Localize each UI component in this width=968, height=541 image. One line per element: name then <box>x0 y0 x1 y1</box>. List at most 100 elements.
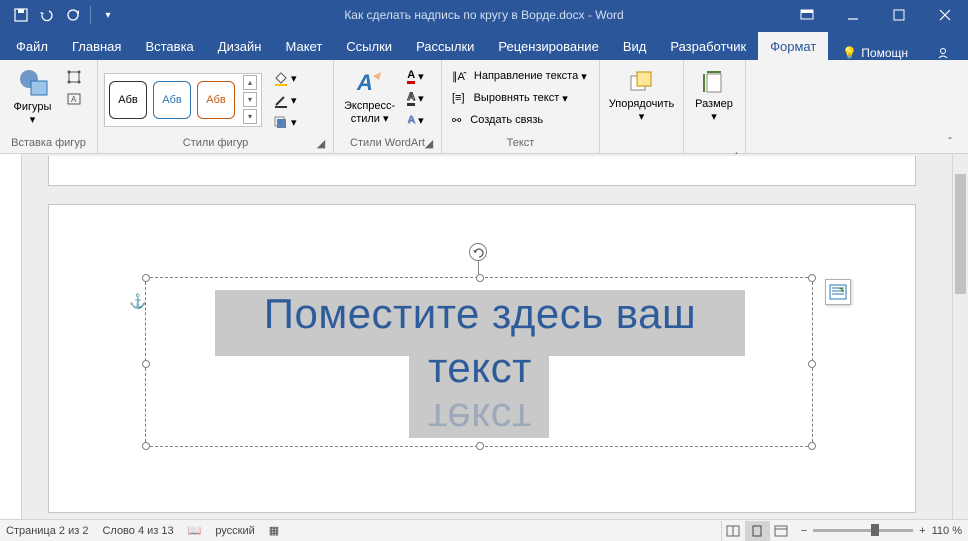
vertical-scrollbar[interactable] <box>952 154 968 519</box>
zoom-level[interactable]: 110 % <box>932 525 962 537</box>
size-icon <box>702 70 726 96</box>
align-text-button[interactable]: [≡] Выровнять текст ▾ <box>448 88 591 108</box>
page[interactable]: ⚓ Поместите здесь ваш <box>48 204 916 513</box>
wordart-styles-launcher[interactable]: ◢ <box>423 137 435 149</box>
shape-style-gallery[interactable]: Абв Абв Абв ▴ ▾ ▾ <box>104 73 262 127</box>
status-language[interactable]: русский <box>215 525 254 537</box>
view-buttons <box>721 521 793 541</box>
wordart-quick-styles-button[interactable]: A Экспресс- стили ▾ <box>340 64 399 130</box>
view-read-mode[interactable] <box>721 521 745 541</box>
link-icon: ⚯ <box>452 114 461 127</box>
redo-button[interactable] <box>60 2 86 28</box>
group-size: ◢ <box>690 147 739 151</box>
macro-icon[interactable]: ▦ <box>269 524 279 537</box>
arrange-icon <box>629 70 655 96</box>
share-button[interactable] <box>922 46 964 60</box>
layout-options-button[interactable] <box>825 279 851 305</box>
shapes-button[interactable]: Фигуры ▾ <box>6 64 59 130</box>
wordart-text-line2[interactable]: текст <box>215 345 745 391</box>
tab-review[interactable]: Рецензирование <box>486 32 610 60</box>
gallery-row-down[interactable]: ▾ <box>243 92 257 107</box>
minimize-button[interactable] <box>830 0 876 30</box>
shape-fill-button[interactable]: ▾ <box>270 69 301 89</box>
svg-text:A: A <box>71 95 77 104</box>
ribbon-display-options[interactable] <box>784 0 830 30</box>
group-arrange <box>606 147 677 151</box>
shape-outline-button[interactable]: ▾ <box>270 91 301 111</box>
zoom-in-button[interactable]: + <box>919 525 925 537</box>
handle-w[interactable] <box>142 360 150 368</box>
wordart-reflection: текст <box>215 395 745 435</box>
close-button[interactable] <box>922 0 968 30</box>
status-page[interactable]: Страница 2 из 2 <box>6 525 88 537</box>
size-button[interactable]: Размер▾ <box>690 64 738 130</box>
zoom-out-button[interactable]: − <box>801 525 807 537</box>
gallery-more[interactable]: ▾ <box>243 109 257 124</box>
tell-me-help[interactable]: 💡 Помощн <box>836 46 922 60</box>
ribbon-tabs: Файл Главная Вставка Дизайн Макет Ссылки… <box>0 30 968 60</box>
shape-style-2[interactable]: Абв <box>153 81 191 119</box>
create-link-button[interactable]: ⚯ Создать связь <box>448 110 591 130</box>
tab-developer[interactable]: Разработчик <box>658 32 758 60</box>
tab-design[interactable]: Дизайн <box>206 32 274 60</box>
collapse-ribbon-button[interactable]: ˆ <box>948 135 962 149</box>
scrollbar-thumb[interactable] <box>955 174 966 294</box>
maximize-button[interactable] <box>876 0 922 30</box>
textbox-button[interactable]: A <box>63 89 91 109</box>
tab-insert[interactable]: Вставка <box>133 32 205 60</box>
tab-home[interactable]: Главная <box>60 32 133 60</box>
tab-view[interactable]: Вид <box>611 32 659 60</box>
shape-style-1[interactable]: Абв <box>109 81 147 119</box>
vertical-ruler <box>0 154 22 519</box>
qat-customize[interactable]: ▾ <box>95 2 121 28</box>
zoom-slider[interactable] <box>813 529 913 532</box>
wordart-text-line1[interactable]: Поместите здесь ваш <box>215 291 745 337</box>
handle-n[interactable] <box>476 274 484 282</box>
title-bar: ▾ Как сделать надпись по кругу в Ворде.d… <box>0 0 968 30</box>
status-word-count[interactable]: Слово 4 из 13 <box>102 525 173 537</box>
previous-page-edge <box>48 156 916 186</box>
svg-text:A: A <box>356 70 373 95</box>
shape-effects-button[interactable]: ▾ <box>270 113 301 133</box>
lightbulb-icon: 💡 <box>842 46 857 60</box>
tab-file[interactable]: Файл <box>4 32 60 60</box>
tab-references[interactable]: Ссылки <box>334 32 404 60</box>
anchor-icon: ⚓ <box>129 293 146 310</box>
edit-shape-button[interactable] <box>63 67 91 87</box>
shapes-icon <box>17 67 49 99</box>
handle-s[interactable] <box>476 442 484 450</box>
shape-style-3[interactable]: Абв <box>197 81 235 119</box>
text-direction-icon: ∥А̂ <box>452 70 465 83</box>
tab-mailings[interactable]: Рассылки <box>404 32 486 60</box>
document-title: Как сделать надпись по кругу в Ворде.doc… <box>344 8 623 22</box>
view-print-layout[interactable] <box>745 521 769 541</box>
document-canvas[interactable]: ⚓ Поместите здесь ваш <box>22 154 952 519</box>
view-web-layout[interactable] <box>769 521 793 541</box>
document-workspace: ⚓ Поместите здесь ваш <box>0 154 968 519</box>
text-effects-button[interactable]: A ▾ <box>403 110 431 130</box>
text-fill-button[interactable]: A ▾ <box>403 66 431 86</box>
group-insert-shapes: Вставка фигур <box>6 135 91 151</box>
handle-e[interactable] <box>808 360 816 368</box>
save-button[interactable] <box>8 2 34 28</box>
text-outline-button[interactable]: A ▾ <box>403 88 431 108</box>
text-direction-button[interactable]: ∥А̂ Направление текста ▾ <box>448 66 591 86</box>
tab-layout[interactable]: Макет <box>273 32 334 60</box>
wordart-icon: A <box>355 68 385 98</box>
tab-format[interactable]: Формат <box>758 32 828 60</box>
help-label: Помощн <box>861 46 908 60</box>
handle-se[interactable] <box>808 442 816 450</box>
spellcheck-icon[interactable]: 📖 <box>188 524 202 537</box>
align-text-icon: [≡] <box>452 92 465 104</box>
group-wordart-styles: Стили WordArt◢ <box>340 135 435 151</box>
shape-styles-launcher[interactable]: ◢ <box>315 137 327 149</box>
rotation-handle[interactable] <box>469 243 487 261</box>
handle-ne[interactable] <box>808 274 816 282</box>
handle-sw[interactable] <box>142 442 150 450</box>
undo-button[interactable] <box>34 2 60 28</box>
gallery-row-up[interactable]: ▴ <box>243 75 257 90</box>
group-text: Текст <box>448 135 593 151</box>
zoom-control: − + 110 % <box>801 525 962 537</box>
arrange-button[interactable]: Упорядочить▾ <box>606 64 677 130</box>
handle-nw[interactable] <box>142 274 150 282</box>
